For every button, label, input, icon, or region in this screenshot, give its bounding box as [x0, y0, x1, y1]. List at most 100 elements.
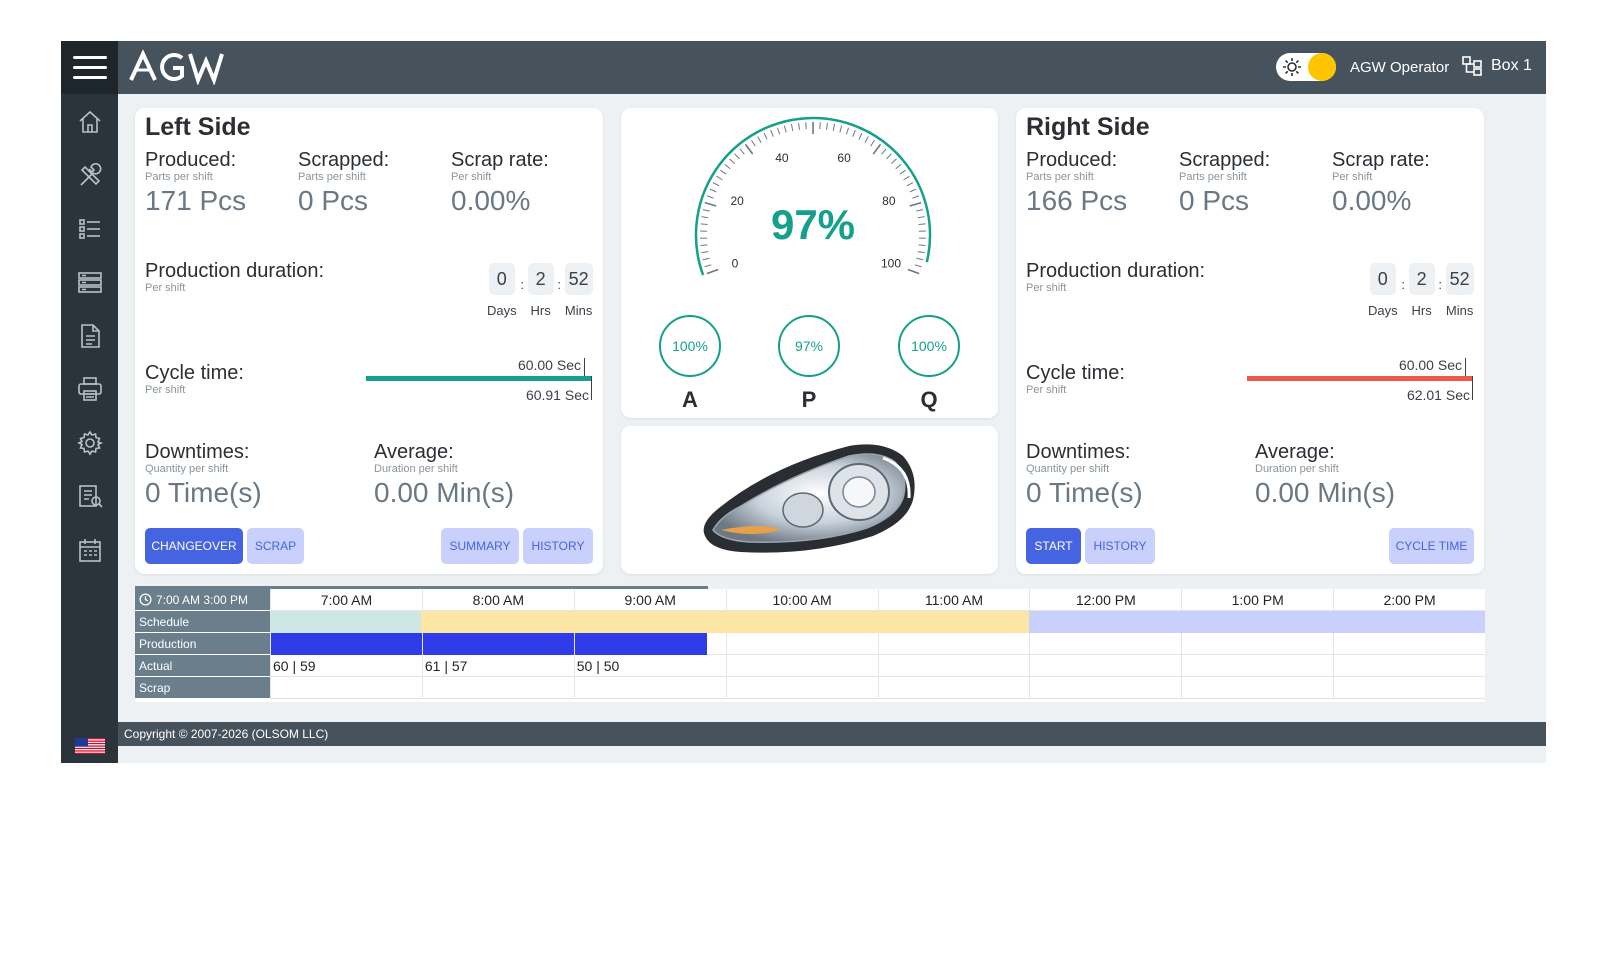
operator-name[interactable]: AGW Operator [1350, 59, 1449, 76]
gauge-tick-label: 0 [732, 256, 739, 270]
timeline-cell [1029, 633, 1181, 655]
sidebar-item-settings[interactable] [61, 421, 118, 465]
gauge-tick [704, 264, 712, 268]
toggle-knob [1308, 53, 1336, 81]
minutes-caption: Mins [1445, 303, 1474, 318]
gauge-tick [790, 123, 794, 132]
server-icon [77, 272, 102, 293]
days-value: 0 [1369, 263, 1396, 295]
separator: : [1401, 277, 1405, 292]
timeline-scrap-row: Scrap [135, 677, 1485, 699]
scrap-button[interactable]: SCRAP [247, 528, 304, 564]
timeline-hour: 7:00 AM [270, 589, 422, 611]
box-selector[interactable]: Box 1 [1491, 57, 1532, 75]
gauge-tick [783, 125, 787, 133]
summary-button[interactable]: SUMMARY [441, 528, 519, 564]
sidebar-item-calendar[interactable] [61, 528, 118, 572]
stat-sublabel: Parts per shift [145, 171, 213, 183]
scrap-label: Scrap [135, 677, 270, 699]
gauge-tick [881, 148, 887, 155]
timeline-hour: 12:00 PM [1029, 589, 1181, 611]
timeline-actual-row: Actual 60 | 59 61 | 57 50 | 50 [135, 655, 1485, 677]
checklist-icon [78, 219, 100, 239]
average-stat: Average: Duration per shift 0.00 Min(s) [374, 441, 514, 510]
home-icon [78, 110, 101, 133]
produced-stat: Produced: Parts per shift 171 Pcs [145, 149, 246, 218]
theme-toggle[interactable] [1276, 53, 1336, 81]
timeline-cell [421, 677, 574, 699]
hierarchy-icon [1462, 56, 1482, 76]
duration-counter: 0 Days : 2 Hrs : 52 Mins [1368, 263, 1474, 318]
stat-value: 0 Pcs [1179, 185, 1250, 216]
timeline-cell [421, 633, 574, 655]
gauge-value: 97% [771, 201, 855, 248]
kpi-performance: 97% [778, 315, 840, 377]
kpi-quality: 100% [898, 315, 960, 377]
stat-value: 0.00% [451, 185, 531, 216]
oee-gauge: 0 20 40 60 80 100 97% [694, 116, 932, 276]
gauge-tick [701, 216, 709, 219]
produced-stat: Produced: Parts per shift 166 Pcs [1026, 149, 1127, 218]
actual-value-cell: 50 | 50 [573, 655, 726, 677]
right-side-card: Right Side Produced: Parts per shift 166… [1016, 108, 1484, 574]
sidebar-item-servers[interactable] [61, 260, 118, 304]
changeover-button[interactable]: CHANGEOVER [145, 528, 243, 564]
actual-label: Actual [135, 655, 270, 677]
stat-value: 171 Pcs [145, 185, 247, 216]
stat-label: Production duration: [145, 260, 325, 282]
actual-value-cell: 60 | 59 [270, 655, 422, 677]
gauge-tick [918, 244, 926, 247]
gauge-tick [700, 223, 708, 226]
sidebar-item-home[interactable] [61, 100, 118, 144]
timeline-cell [1181, 677, 1333, 699]
timeline-cell [1333, 655, 1485, 677]
stat-value: 0.00 Min(s) [1255, 477, 1396, 508]
schedule-block[interactable] [270, 611, 421, 633]
history-button[interactable]: HISTORY [523, 528, 593, 564]
gauge-tick [724, 164, 731, 170]
schedule-block[interactable] [421, 611, 1029, 633]
stat-label: Scrap rate: [1332, 149, 1430, 171]
hours-caption: Hrs [1411, 303, 1432, 318]
sidebar-item-tools[interactable] [61, 154, 118, 198]
stat-label: Scrapped: [298, 149, 390, 171]
duration-counter: 0 Days : 2 Hrs : 52 Mins [487, 263, 593, 318]
schedule-block[interactable] [1029, 611, 1485, 633]
actual-tick [1472, 376, 1473, 400]
timeline-cell [1029, 677, 1181, 699]
hours-value: 2 [1408, 263, 1435, 295]
actual-value-cell: 61 | 57 [421, 655, 574, 677]
gauge-tick [916, 257, 924, 261]
stat-sublabel: Parts per shift [1026, 171, 1094, 183]
gauge-tick-label: 20 [730, 194, 744, 208]
sidebar [61, 41, 118, 763]
days-value: 0 [488, 263, 515, 295]
left-side-card: Left Side Produced: Parts per shift 171 … [135, 108, 603, 574]
gauge-tick [716, 175, 723, 181]
cycle-time-button[interactable]: CYCLE TIME [1389, 528, 1474, 564]
timeline-cell [270, 677, 422, 699]
menu-toggle-button[interactable] [61, 41, 118, 94]
sidebar-item-print[interactable] [61, 367, 118, 411]
sidebar-item-documents[interactable] [61, 314, 118, 358]
document-icon [80, 324, 100, 348]
stat-label: Scrapped: [1179, 149, 1271, 171]
gauge-tick [702, 257, 710, 261]
cycle-actual: 60.91 Sec [525, 387, 589, 403]
gauge-tick [870, 139, 875, 147]
us-flag-icon[interactable] [75, 738, 105, 754]
gauge-tick [864, 136, 869, 143]
target-tick [584, 358, 585, 378]
sidebar-item-reports[interactable] [61, 474, 118, 518]
history-button[interactable]: HISTORY [1085, 528, 1155, 564]
timeline-hour: 11:00 AM [877, 589, 1030, 611]
gauge-tick [872, 143, 882, 155]
stat-sublabel: Duration per shift [1255, 463, 1339, 475]
gauge-tick [903, 175, 910, 181]
start-button[interactable]: START [1026, 528, 1081, 564]
hours-caption: Hrs [530, 303, 551, 318]
sidebar-item-checklist[interactable] [61, 207, 118, 251]
gauge-tick [712, 182, 720, 187]
stat-label: Scrap rate: [451, 149, 549, 171]
gauge-tick [704, 201, 717, 207]
